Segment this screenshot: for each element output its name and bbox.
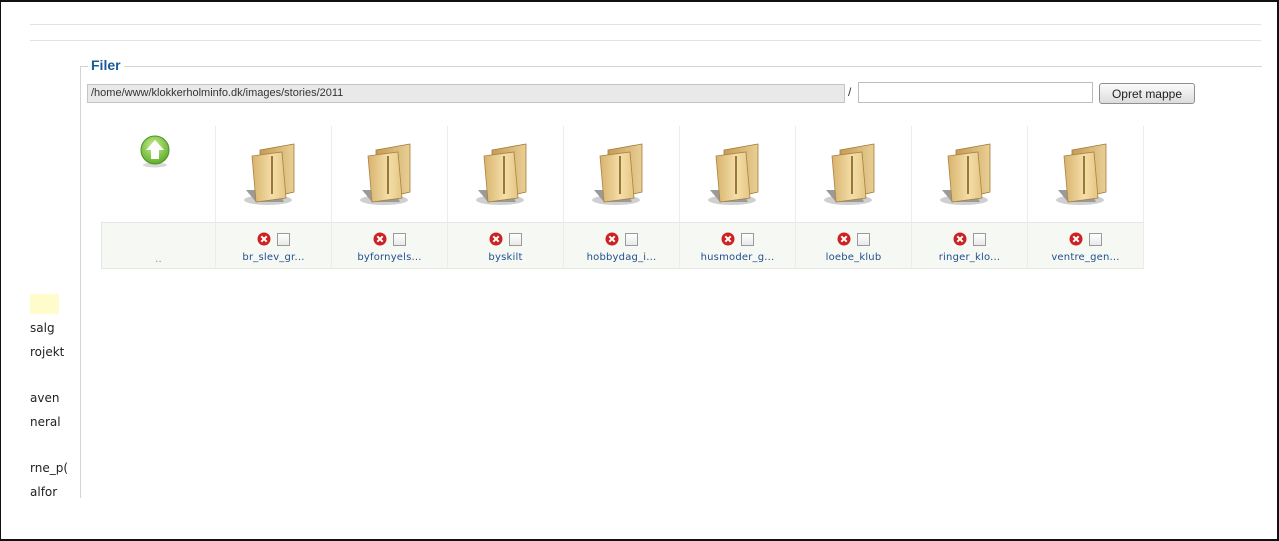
folder-item[interactable]: ventre_gen... xyxy=(1028,126,1144,269)
fieldset-legend: Filer xyxy=(88,57,124,73)
folder-item[interactable]: loebe_klub xyxy=(796,126,912,269)
folder-label[interactable]: ringer_klo... xyxy=(912,252,1027,263)
select-checkbox[interactable] xyxy=(973,232,986,246)
folder-label[interactable]: husmoder_g... xyxy=(680,252,795,263)
folder-icon[interactable] xyxy=(238,142,308,208)
folder-item[interactable]: hobbydag_i... xyxy=(564,126,680,269)
create-folder-button[interactable]: Opret mappe xyxy=(1099,83,1195,104)
folder-item[interactable]: ringer_klo... xyxy=(912,126,1028,269)
new-folder-input[interactable] xyxy=(858,82,1093,103)
select-checkbox[interactable] xyxy=(741,232,754,246)
tree-item[interactable]: alfor xyxy=(30,485,57,499)
up-arrow-icon[interactable] xyxy=(137,134,173,168)
folder-label[interactable]: hobbydag_i... xyxy=(564,252,679,263)
delete-icon[interactable] xyxy=(837,232,851,246)
delete-icon[interactable] xyxy=(721,232,735,246)
select-checkbox[interactable] xyxy=(857,232,870,246)
select-checkbox[interactable] xyxy=(509,232,522,246)
path-separator: / xyxy=(848,85,852,99)
folder-item[interactable]: byskilt xyxy=(448,126,564,269)
folder-label[interactable]: ventre_gen... xyxy=(1028,252,1143,263)
file-grid: .. br_slev_gr... byfornyels... byskilt h… xyxy=(101,126,1144,269)
select-checkbox[interactable] xyxy=(625,232,638,246)
folder-icon[interactable] xyxy=(354,142,424,208)
tree-selected-highlight xyxy=(30,294,59,314)
tree-item[interactable]: salg xyxy=(30,321,55,335)
parent-folder-item[interactable]: .. xyxy=(101,126,216,269)
tree-item[interactable]: rne_p( xyxy=(30,461,68,475)
current-path-field: /home/www/klokkerholminfo.dk/images/stor… xyxy=(87,84,845,103)
folder-icon[interactable] xyxy=(1050,142,1120,208)
folder-label[interactable]: byskilt xyxy=(448,252,563,263)
folder-item[interactable]: br_slev_gr... xyxy=(216,126,332,269)
delete-icon[interactable] xyxy=(257,232,271,246)
folder-icon[interactable] xyxy=(470,142,540,208)
folder-icon[interactable] xyxy=(818,142,888,208)
folder-tree: salg rojekt aven neral rne_p( alfor xyxy=(30,321,80,501)
delete-icon[interactable] xyxy=(605,232,619,246)
tree-item[interactable]: rojekt xyxy=(30,345,64,359)
delete-icon[interactable] xyxy=(1069,232,1083,246)
parent-folder-label[interactable]: .. xyxy=(102,254,215,265)
folder-icon[interactable] xyxy=(702,142,772,208)
folder-icon[interactable] xyxy=(934,142,1004,208)
select-checkbox[interactable] xyxy=(1089,232,1102,246)
tree-item[interactable]: neral xyxy=(30,415,61,429)
folder-label[interactable]: byfornyels... xyxy=(332,252,447,263)
select-checkbox[interactable] xyxy=(277,232,290,246)
divider xyxy=(30,24,1261,25)
fieldset-border xyxy=(80,66,1262,67)
select-checkbox[interactable] xyxy=(393,232,406,246)
tree-item[interactable]: aven xyxy=(30,391,59,405)
delete-icon[interactable] xyxy=(489,232,503,246)
delete-icon[interactable] xyxy=(373,232,387,246)
folder-item[interactable]: husmoder_g... xyxy=(680,126,796,269)
folder-item[interactable]: byfornyels... xyxy=(332,126,448,269)
folder-icon[interactable] xyxy=(586,142,656,208)
delete-icon[interactable] xyxy=(953,232,967,246)
tree-divider xyxy=(80,66,81,498)
folder-label[interactable]: br_slev_gr... xyxy=(216,252,331,263)
folder-label[interactable]: loebe_klub xyxy=(796,252,911,263)
divider xyxy=(30,40,1261,41)
